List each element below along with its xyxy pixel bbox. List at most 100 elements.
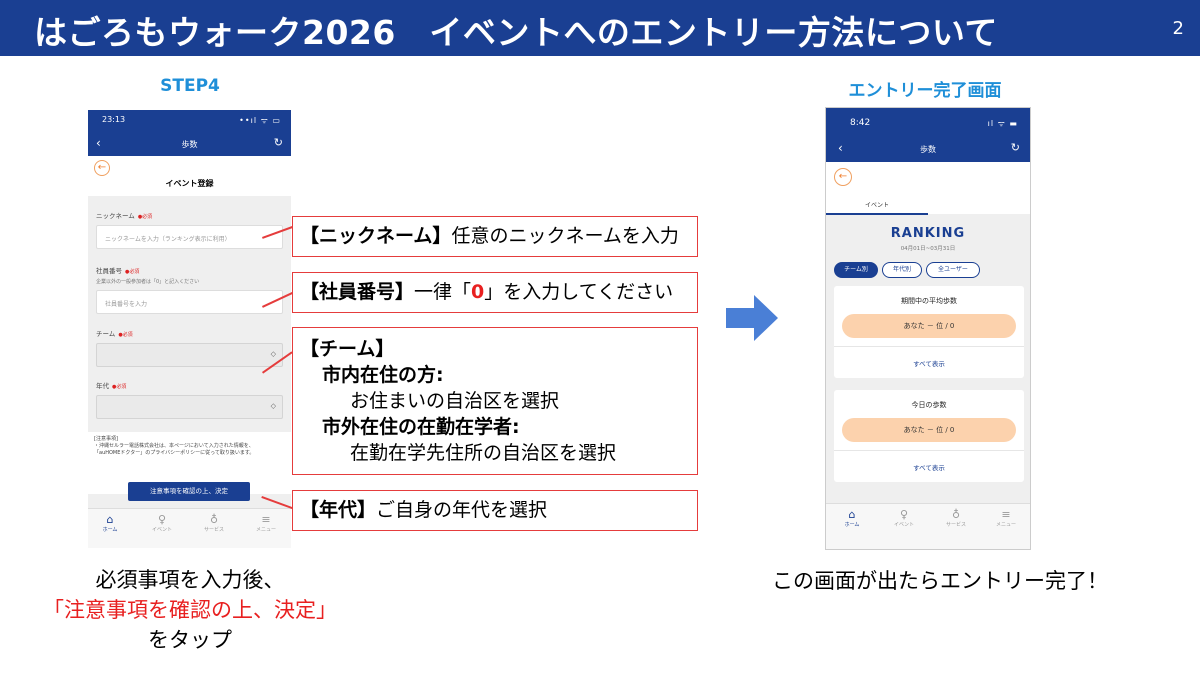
callout-age: 【年代】ご自身の年代を選択 xyxy=(292,490,698,531)
service-icon: ♁ xyxy=(209,513,219,526)
status-bar: 23:13 ••ıl ᯤ ▭ xyxy=(88,110,291,132)
chip-all-users[interactable]: 全ユーザー xyxy=(926,262,980,278)
show-all-link[interactable]: すべて表示 xyxy=(834,462,1024,472)
tab-menu[interactable]: ≡ メニュー xyxy=(986,508,1026,528)
status-bar: 8:42 ıl ᯤ ▬ xyxy=(826,108,1030,136)
required-tag: ●必須 xyxy=(137,214,153,220)
notice-line: ・沖縄セルラー電話株式会社は、本ページにおいて入力された情報を、 xyxy=(94,443,254,449)
my-rank-pill: あなた － 位 / 0 xyxy=(842,418,1016,442)
callout-employee-number: 【社員番号】一律「0」を入力してください xyxy=(292,272,698,313)
form-header: ← イベント登録 xyxy=(88,156,291,196)
ranking-dates: 04月01日~03月31日 xyxy=(900,246,956,252)
age-label: 年代 ●必須 xyxy=(96,382,127,390)
nickname-input[interactable]: ニックネームを入力（ランキング表示に利用） xyxy=(96,225,283,249)
tab-menu[interactable]: ≡ メニュー xyxy=(246,513,286,533)
completion-caption: この画面が出たらエントリー完了！ xyxy=(772,569,1108,593)
nav-title: 歩数 xyxy=(181,140,198,149)
menu-icon: ≡ xyxy=(261,513,271,526)
notice-title: [注意事項] xyxy=(94,436,118,442)
signal-icon: ıl ᯤ ▬ xyxy=(987,119,1018,128)
instruction-caption: 必須事項を入力後、 「注意事項を確認の上、決定」 をタップ xyxy=(0,565,380,655)
callout-team: 【チーム】 市内在住の方: お住まいの自治区を選択 市外在住の在勤在学者: 在勤… xyxy=(292,327,698,475)
callout-text: 一律「 xyxy=(414,281,472,303)
nav-bar: ‹ 歩数 ↻ xyxy=(88,132,291,156)
employee-number-label: 社員番号 ●必須 xyxy=(96,267,140,275)
card-title: 期間中の平均歩数 xyxy=(901,297,957,305)
nav-bar: ‹ 歩数 ↻ xyxy=(826,136,1030,162)
title-bar: はごろもウォーク2026 イベントへのエントリー方法について 2 xyxy=(0,0,1200,56)
tab-event[interactable]: ♀ イベント xyxy=(884,508,924,528)
back-arrow-icon[interactable]: ← xyxy=(94,160,110,176)
page-number: 2 xyxy=(1172,18,1184,39)
notice-line: 「auHOMEドクター」のプライバシーポリシーに従って取り扱います。 xyxy=(94,450,255,456)
select-caret-icon: ◇ xyxy=(270,402,276,410)
tab-bar: ⌂ ホーム ♀ イベント ♁ サービス ≡ メニュー xyxy=(88,508,291,548)
completion-screen-label: エントリー完了画面 xyxy=(848,81,1002,101)
medal-icon: ♀ xyxy=(899,508,909,521)
registration-phone-screenshot: 23:13 ••ıl ᯤ ▭ ‹ 歩数 ↻ ← イベント登録 ニックネーム ●必須… xyxy=(88,110,291,548)
required-tag: ●必須 xyxy=(125,269,140,275)
my-rank-pill: あなた － 位 / 0 xyxy=(842,314,1016,338)
show-all-link[interactable]: すべて表示 xyxy=(834,358,1024,368)
page-title: はごろもウォーク2026 イベントへのエントリー方法について xyxy=(34,13,998,52)
callout-nickname: 【ニックネーム】任意のニックネームを入力 xyxy=(292,216,698,257)
ranking-title: RANKING xyxy=(890,226,966,241)
card-title: 今日の歩数 xyxy=(911,401,947,409)
ranking-card-today: 今日の歩数 あなた － 位 / 0 すべて表示 xyxy=(834,390,1024,482)
tab-event-selected[interactable]: イベント xyxy=(826,200,928,215)
callout-subheading: 市内在住の方: xyxy=(322,364,444,386)
chip-team[interactable]: チーム別 xyxy=(834,262,878,278)
step-label: STEP4 xyxy=(160,76,220,96)
caption-line: 必須事項を入力後、 xyxy=(95,568,285,592)
team-select[interactable]: ◇ xyxy=(96,343,283,367)
nav-title: 歩数 xyxy=(920,145,936,154)
required-tag: ●必須 xyxy=(118,332,133,338)
back-arrow-icon[interactable]: ← xyxy=(834,168,852,186)
caption-highlight: 「注意事項を確認の上、決定」 xyxy=(43,598,337,622)
team-label: チーム ●必須 xyxy=(96,330,133,338)
callout-heading: 【社員番号】 xyxy=(300,281,415,303)
home-icon: ⌂ xyxy=(848,508,856,521)
completion-phone-screenshot: 8:42 ıl ᯤ ▬ ‹ 歩数 ↻ ← イベント RANKING 04月01日… xyxy=(825,107,1031,550)
signal-icon: ••ıl ᯤ ▭ xyxy=(239,116,281,125)
callout-text: 」を入力してください xyxy=(484,281,674,303)
service-icon: ♁ xyxy=(951,508,961,521)
callout-subheading: 市外在住の在勤在学者: xyxy=(322,416,520,438)
tab-service[interactable]: ♁ サービス xyxy=(936,508,976,528)
employee-number-input[interactable]: 社員番号を入力 xyxy=(96,290,283,314)
required-tag: ●必須 xyxy=(112,384,127,390)
tab-bar: ⌂ ホーム ♀ イベント ♁ サービス ≡ メニュー xyxy=(826,503,1030,549)
select-caret-icon: ◇ xyxy=(270,350,276,358)
status-time: 23:13 xyxy=(102,115,126,124)
submit-button[interactable]: 注意事項を確認の上、決定 xyxy=(128,482,250,501)
callout-text: お住まいの自治区を選択 xyxy=(350,390,560,412)
tab-home[interactable]: ⌂ ホーム xyxy=(90,513,130,533)
callout-zero-value: 0 xyxy=(471,281,485,303)
event-header: ← イベント xyxy=(826,162,1030,215)
form-title: イベント登録 xyxy=(165,179,214,188)
tab-service[interactable]: ♁ サービス xyxy=(194,513,234,533)
caption-line: をタップ xyxy=(148,628,232,652)
ranking-card-average: 期間中の平均歩数 あなた － 位 / 0 すべて表示 xyxy=(834,286,1024,378)
chip-age[interactable]: 年代別 xyxy=(882,262,922,278)
nickname-label: ニックネーム ●必須 xyxy=(96,212,153,220)
reload-icon[interactable]: ↻ xyxy=(1011,141,1020,154)
callout-heading: 【チーム】 xyxy=(300,338,395,360)
home-icon: ⌂ xyxy=(106,513,114,526)
callout-text: 在勤在学先住所の自治区を選択 xyxy=(350,442,617,464)
callout-text: ご自身の年代を選択 xyxy=(376,499,548,521)
employee-number-hint: 企業以外の一般参加者は「0」と記入ください xyxy=(96,279,200,285)
callout-text: 任意のニックネームを入力 xyxy=(451,225,679,247)
menu-icon: ≡ xyxy=(1001,508,1011,521)
age-select[interactable]: ◇ xyxy=(96,395,283,419)
reload-icon[interactable]: ↻ xyxy=(274,136,283,149)
divider xyxy=(834,450,1024,451)
tab-home[interactable]: ⌂ ホーム xyxy=(832,508,872,528)
divider xyxy=(834,346,1024,347)
status-time: 8:42 xyxy=(850,118,871,128)
callout-heading: 【年代】 xyxy=(300,499,377,521)
right-arrow-icon xyxy=(726,295,778,341)
callout-heading: 【ニックネーム】 xyxy=(300,225,452,247)
tab-event[interactable]: ♀ イベント xyxy=(142,513,182,533)
medal-icon: ♀ xyxy=(157,513,167,526)
